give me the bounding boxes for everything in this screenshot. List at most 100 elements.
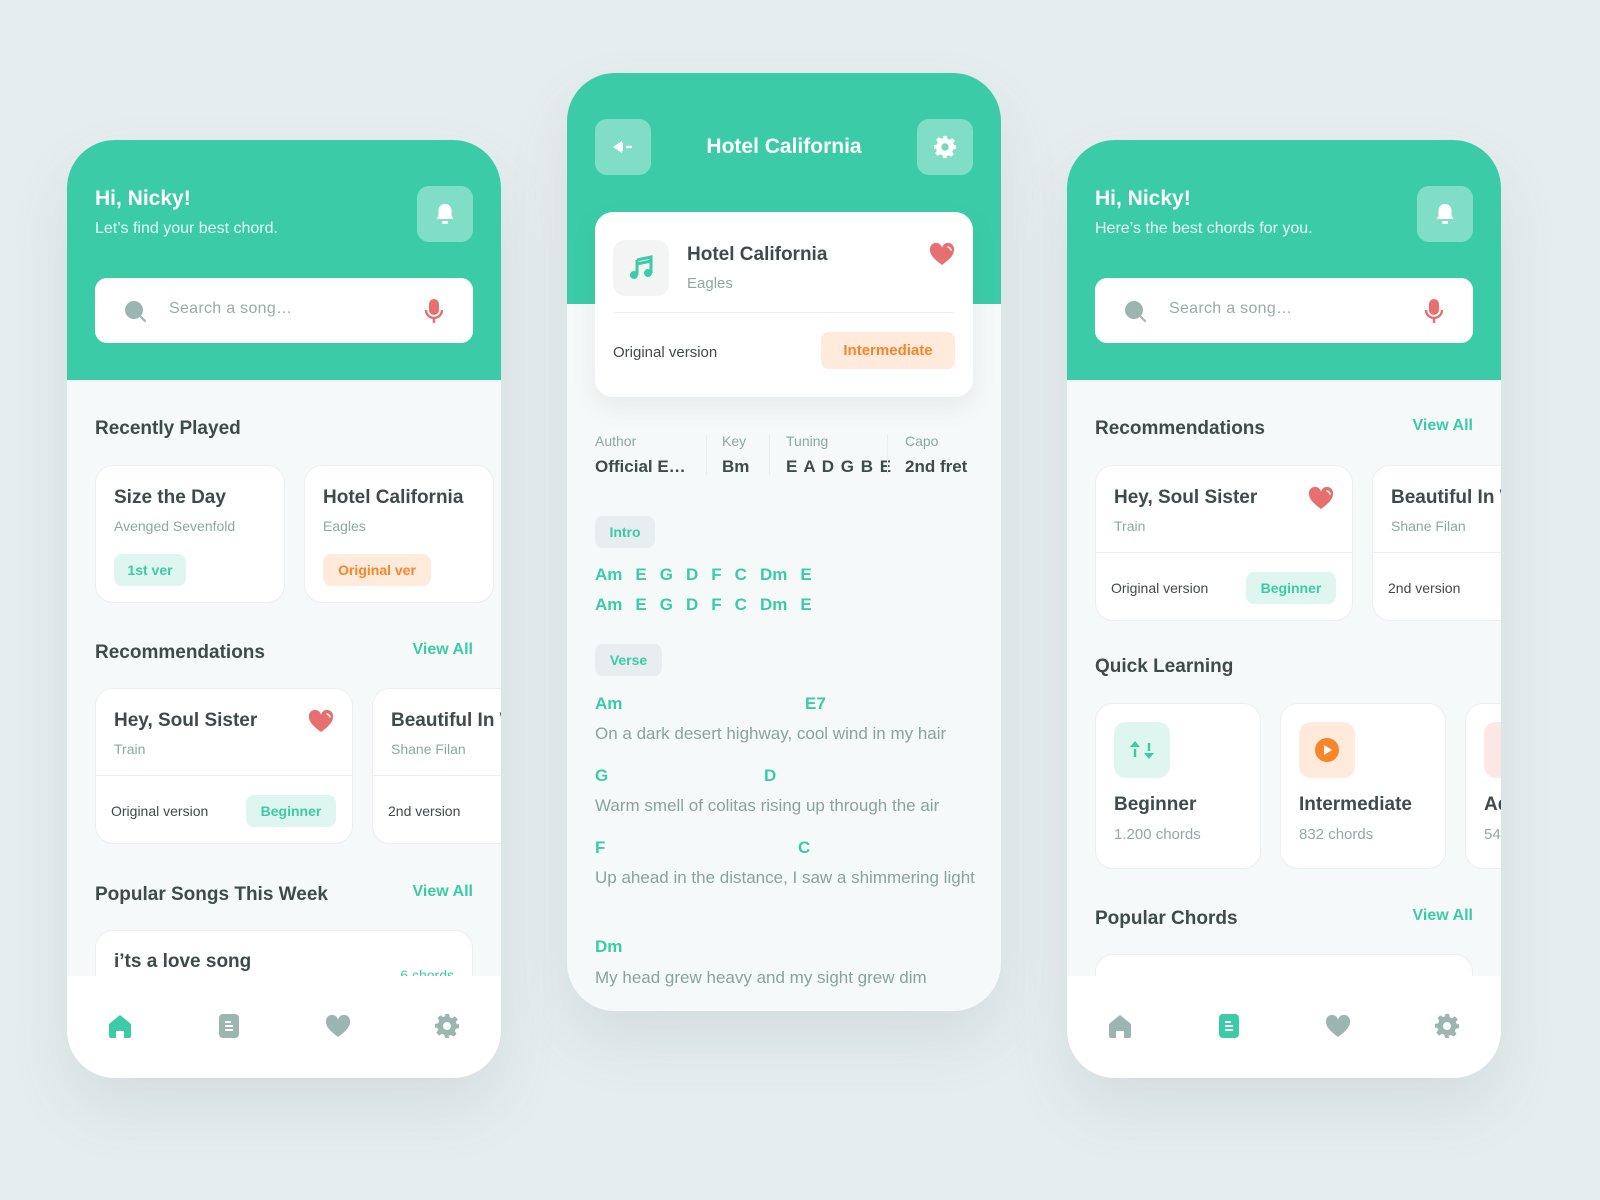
level-arrows-icon (1114, 722, 1170, 778)
version-label: Original version (613, 344, 718, 361)
quick-learning-card[interactable]: Intermediate 832 chords (1280, 703, 1446, 869)
search-input[interactable]: Search a song… (1095, 278, 1473, 343)
separator (769, 435, 770, 475)
header: Hi, Nicky! Here’s the best chords for yo… (1067, 140, 1501, 380)
play-circle-icon (1299, 722, 1355, 778)
view-all-recommendations-link[interactable]: View All (413, 641, 473, 659)
recent-song-card[interactable]: Size the Day Avenged Sevenfold 1st ver (95, 465, 285, 603)
heart-icon (325, 1014, 351, 1037)
chord[interactable]: G (660, 595, 673, 614)
song-title: Hey, Soul Sister (114, 710, 258, 731)
chord[interactable]: Am (595, 694, 622, 714)
version-label: Original version (111, 803, 209, 819)
meta-tuning: Tuning E A D G B E (786, 433, 893, 476)
header: Hi, Nicky! Let’s find your best chord. S… (67, 140, 501, 380)
chord[interactable]: Dm (595, 937, 622, 957)
song-artist: Train (114, 741, 146, 757)
version-label: 2nd version (1388, 580, 1461, 596)
nav-home[interactable] (1106, 1012, 1134, 1040)
gear-icon (435, 1014, 459, 1038)
lyric-line: My head grew heavy and my sight grew dim (595, 968, 927, 987)
chord[interactable]: G (595, 766, 608, 786)
chord[interactable]: F (711, 595, 721, 614)
bottom-nav (1067, 976, 1501, 1078)
recently-played-title: Recently Played (95, 418, 241, 439)
search-input[interactable]: Search a song… (95, 278, 473, 343)
chord-count: 1.200 chords (1114, 826, 1201, 843)
chord[interactable]: C (735, 565, 747, 584)
chord[interactable]: E7 (805, 694, 826, 714)
song-title: Beautiful In White (1391, 487, 1501, 508)
lyric-line: Warm smell of colitas rising up through … (595, 796, 940, 815)
home-screen-chords: Hi, Nicky! Here’s the best chords for yo… (1067, 140, 1501, 1078)
chord[interactable]: D (686, 565, 698, 584)
version-badge: Original ver (323, 554, 431, 586)
chord[interactable]: F (711, 565, 721, 584)
level-title: Beginner (1114, 794, 1197, 815)
chord[interactable]: E (800, 595, 811, 614)
bell-icon (436, 204, 454, 224)
view-all-chords-link[interactable]: View All (1413, 907, 1473, 925)
nav-settings[interactable] (1433, 1012, 1461, 1040)
view-all-popular-link[interactable]: View All (413, 883, 473, 901)
song-title: Hotel California (687, 244, 828, 265)
song-artist: Shane Filan (391, 741, 466, 757)
section-label-intro: Intro (595, 516, 655, 548)
heart-icon[interactable] (1308, 486, 1334, 510)
chord[interactable]: Dm (760, 565, 787, 584)
chord[interactable]: D (686, 595, 698, 614)
view-all-recommendations-link[interactable]: View All (1413, 417, 1473, 435)
popular-chords-title: Popular Chords (1095, 908, 1238, 929)
chord[interactable]: G (660, 565, 673, 584)
bottom-nav (67, 976, 501, 1078)
heart-icon[interactable] (308, 709, 334, 733)
chord[interactable]: Am (595, 595, 622, 614)
quick-learning-card[interactable]: Advanced 54 (1465, 703, 1501, 869)
nav-chords[interactable] (1215, 1012, 1243, 1040)
nav-home[interactable] (106, 1012, 134, 1040)
song-thumbnail (613, 240, 669, 296)
divider (1096, 552, 1352, 553)
recommendations-title: Recommendations (1095, 418, 1265, 439)
song-info-card: Hotel California Eagles Original version… (595, 212, 973, 397)
notification-button[interactable] (1417, 186, 1473, 242)
song-title: Size the Day (114, 487, 226, 508)
recommendation-card[interactable]: Beautiful In White Shane Filan 2nd versi… (372, 688, 501, 844)
song-title: Beautiful In White (391, 710, 501, 731)
intro-chord-row: Am E G D F C Dm E (595, 595, 825, 615)
bell-icon (1436, 204, 1454, 224)
nav-favorites[interactable] (1324, 1012, 1352, 1040)
divider (373, 775, 501, 776)
song-detail-screen: Hotel California Hotel California Eagles… (567, 73, 1001, 1011)
microphone-icon[interactable] (1423, 297, 1445, 325)
gear-icon (1435, 1014, 1459, 1038)
microphone-icon[interactable] (423, 297, 445, 325)
separator (887, 435, 888, 475)
chord[interactable]: E (800, 565, 811, 584)
recommendation-card[interactable]: Hey, Soul Sister Train Original version … (95, 688, 353, 844)
recent-song-card[interactable]: Hotel California Eagles Original ver (304, 465, 494, 603)
lyric-line: On a dark desert highway, cool wind in m… (595, 724, 947, 743)
recommendation-card[interactable]: Hey, Soul Sister Train Original version … (1095, 465, 1353, 621)
chord[interactable]: E (635, 595, 646, 614)
quick-learning-card[interactable]: Beginner 1.200 chords (1095, 703, 1261, 869)
recommendation-card[interactable]: Beautiful In White Shane Filan 2nd versi… (1372, 465, 1501, 621)
intro-chord-row: Am E G D F C Dm E (595, 565, 825, 585)
chord[interactable]: Dm (760, 595, 787, 614)
nav-favorites[interactable] (324, 1012, 352, 1040)
notification-button[interactable] (417, 186, 473, 242)
popular-songs-title: Popular Songs This Week (95, 884, 328, 905)
nav-settings[interactable] (433, 1012, 461, 1040)
chord[interactable]: C (735, 595, 747, 614)
separator (706, 435, 707, 475)
nav-chords[interactable] (215, 1012, 243, 1040)
chord[interactable]: Am (595, 565, 622, 584)
settings-button[interactable] (917, 119, 973, 175)
version-badge: 1st ver (114, 554, 186, 586)
chord[interactable]: F (595, 838, 605, 858)
chord[interactable]: D (764, 766, 776, 786)
heart-icon[interactable] (929, 242, 955, 266)
chord[interactable]: E (635, 565, 646, 584)
music-note-icon (630, 255, 653, 279)
chord[interactable]: C (798, 838, 810, 858)
